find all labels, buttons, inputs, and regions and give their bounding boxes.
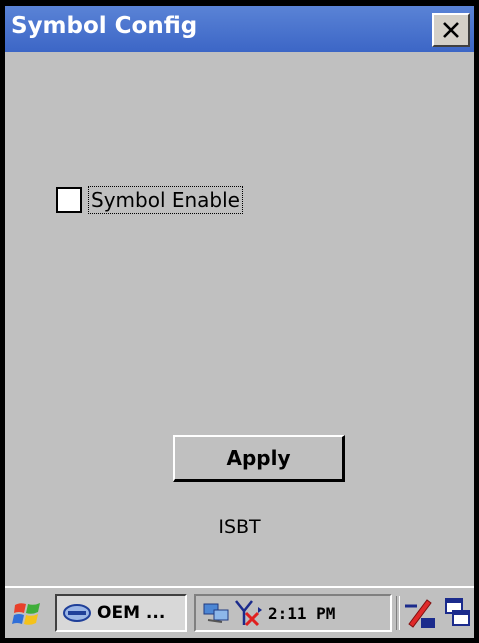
windows-flag-icon (12, 603, 40, 625)
window-title: Symbol Config (11, 13, 198, 39)
symbol-enable-label[interactable]: Symbol Enable (88, 186, 243, 214)
apply-button[interactable]: Apply (173, 435, 345, 482)
close-button[interactable] (432, 13, 470, 47)
task-label: OEM ... (97, 603, 166, 623)
symbol-enable-row[interactable]: Symbol Enable (56, 186, 243, 214)
tray-clock[interactable]: 2:11 PM (268, 604, 335, 623)
symbol-enable-checkbox[interactable] (56, 187, 82, 213)
device-screen: Symbol Config Symbol Enable Apply ISBT O… (0, 0, 479, 643)
oem-app-icon (63, 604, 91, 622)
close-icon (443, 22, 459, 38)
antenna-disabled-icon[interactable] (232, 599, 262, 627)
tray-separator (396, 596, 400, 630)
footer-label: ISBT (218, 516, 261, 538)
start-button[interactable] (10, 596, 46, 632)
system-tray: 2:11 PM (194, 594, 392, 632)
title-bar: Symbol Config (5, 6, 474, 52)
taskbar: OEM ... 2:11 PM (5, 586, 474, 638)
network-icon[interactable] (202, 600, 232, 626)
task-switch-icon[interactable] (445, 598, 471, 628)
task-oem-button[interactable]: OEM ... (55, 594, 187, 632)
dialog-body: Symbol Enable Apply ISBT (5, 52, 474, 586)
input-panel-icon[interactable] (403, 596, 437, 630)
